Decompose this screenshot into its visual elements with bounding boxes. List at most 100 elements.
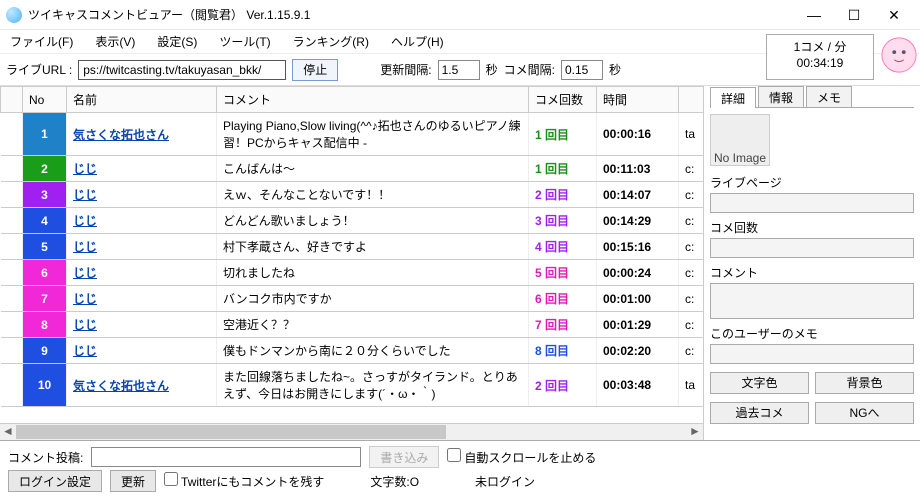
bottom-bar: コメント投稿: 書き込み 自動スクロールを止める ログイン設定 更新 Twitt… (0, 440, 920, 497)
cell-extra: c: (679, 286, 704, 312)
cell-name[interactable]: じじ (67, 338, 217, 364)
scroll-right-icon[interactable]: ► (687, 424, 703, 440)
scroll-left-icon[interactable]: ◄ (0, 424, 16, 440)
table-row[interactable]: 4じじどんどん歌いましょう！3 回目00:14:29c: (1, 208, 704, 234)
login-settings-button[interactable]: ログイン設定 (8, 470, 102, 492)
cell-no: 10 (23, 364, 67, 407)
table-row[interactable]: 5じじ村下孝蔵さん、好きですよ4 回目00:15:16c: (1, 234, 704, 260)
cell-no: 5 (23, 234, 67, 260)
side-tabs: 詳細 情報 メモ (710, 86, 914, 108)
menu-view[interactable]: 表示(V) (91, 31, 139, 52)
sec-label-2: 秒 (609, 61, 621, 78)
table-row[interactable]: 8じじ空港近く？？7 回目00:01:29c: (1, 312, 704, 338)
list-area: No 名前 コメント コメ回数 時間 1気さくな拓也さんPlaying Pian… (0, 86, 704, 440)
cell-comment: えｗ、そんなことないです！！ (217, 182, 529, 208)
stop-button[interactable]: 停止 (292, 59, 338, 81)
cell-name[interactable]: じじ (67, 156, 217, 182)
window-title: ツイキャスコメントビュアー（閲覧君） Ver.1.15.9.1 (28, 6, 794, 23)
col-comment[interactable]: コメント (217, 87, 529, 113)
comment-count-field[interactable] (710, 238, 914, 258)
cell-extra: ta (679, 113, 704, 156)
table-row[interactable]: 10気さくな拓也さんまた回線落ちましたね~。さっすがタイランド。とりあえず、今日… (1, 364, 704, 407)
ng-button[interactable]: NGへ (815, 402, 914, 424)
menu-tools[interactable]: ツール(T) (215, 31, 274, 52)
live-url-input[interactable] (78, 60, 286, 80)
cell-count: 1 回目 (529, 113, 597, 156)
cell-name[interactable]: じじ (67, 182, 217, 208)
maximize-button[interactable]: ☐ (834, 1, 874, 29)
cell-name[interactable]: 気さくな拓也さん (67, 113, 217, 156)
cell-comment: どんどん歌いましょう！ (217, 208, 529, 234)
table-row[interactable]: 1気さくな拓也さんPlaying Piano,Slow living(^^♪拓也… (1, 113, 704, 156)
fg-color-button[interactable]: 文字色 (710, 372, 809, 394)
table-row[interactable]: 9じじ僕もドンマンから南に２０分くらいでした8 回目00:02:20c: (1, 338, 704, 364)
cell-name[interactable]: じじ (67, 312, 217, 338)
login-status: 未ログイン (475, 473, 535, 490)
comment-field[interactable] (710, 283, 914, 319)
col-blank[interactable] (1, 87, 23, 113)
user-memo-field[interactable] (710, 344, 914, 364)
twitter-leave-check[interactable]: Twitterにもコメントを残す (164, 472, 324, 490)
cell-name[interactable]: じじ (67, 286, 217, 312)
update-interval-label: 更新間隔: (380, 61, 431, 78)
app-icon (6, 7, 22, 23)
col-count[interactable]: コメ回数 (529, 87, 597, 113)
cell-extra: c: (679, 338, 704, 364)
cell-no: 2 (23, 156, 67, 182)
col-name[interactable]: 名前 (67, 87, 217, 113)
table-row[interactable]: 6じじ切れましたね5 回目00:00:24c: (1, 260, 704, 286)
col-x[interactable] (679, 87, 704, 113)
cell-count: 8 回目 (529, 338, 597, 364)
col-no[interactable]: No (23, 87, 67, 113)
cell-comment: 村下孝蔵さん、好きですよ (217, 234, 529, 260)
cell-count: 2 回目 (529, 364, 597, 407)
rate-text: 1コメ / 分 (767, 39, 873, 55)
menu-settings[interactable]: 設定(S) (153, 31, 201, 52)
live-page-field[interactable] (710, 193, 914, 213)
cell-time: 00:02:20 (597, 338, 679, 364)
autoscroll-check[interactable]: 自動スクロールを止める (447, 448, 596, 466)
cell-count: 5 回目 (529, 260, 597, 286)
cell-extra: c: (679, 208, 704, 234)
post-input[interactable] (91, 447, 361, 467)
cell-count: 6 回目 (529, 286, 597, 312)
write-button[interactable]: 書き込み (369, 446, 439, 468)
cell-time: 00:11:03 (597, 156, 679, 182)
cell-name[interactable]: じじ (67, 260, 217, 286)
cell-name[interactable]: じじ (67, 234, 217, 260)
past-comment-button[interactable]: 過去コメ (710, 402, 809, 424)
menu-file[interactable]: ファイル(F) (6, 31, 77, 52)
close-button[interactable]: ✕ (874, 1, 914, 29)
col-time[interactable]: 時間 (597, 87, 679, 113)
comment-interval-input[interactable] (561, 60, 603, 80)
comment-table: No 名前 コメント コメ回数 時間 1気さくな拓也さんPlaying Pian… (0, 86, 703, 423)
table-row[interactable]: 7じじバンコク市内ですか6 回目00:01:00c: (1, 286, 704, 312)
minimize-button[interactable]: — (794, 1, 834, 29)
menu-help[interactable]: ヘルプ(H) (387, 31, 448, 52)
cell-name[interactable]: じじ (67, 208, 217, 234)
titlebar: ツイキャスコメントビュアー（閲覧君） Ver.1.15.9.1 — ☐ ✕ (0, 0, 920, 30)
cell-time: 00:14:29 (597, 208, 679, 234)
tab-memo[interactable]: メモ (806, 86, 852, 107)
cell-name[interactable]: 気さくな拓也さん (67, 364, 217, 407)
bg-color-button[interactable]: 背景色 (815, 372, 914, 394)
tab-info[interactable]: 情報 (758, 86, 804, 107)
cell-no: 9 (23, 338, 67, 364)
update-button[interactable]: 更新 (110, 470, 156, 492)
elapsed-text: 00:34:19 (767, 55, 873, 71)
cell-no: 1 (23, 113, 67, 156)
table-row[interactable]: 2じじこんばんは～1 回目00:11:03c: (1, 156, 704, 182)
cell-count: 3 回目 (529, 208, 597, 234)
table-row[interactable]: 3じじえｗ、そんなことないです！！2 回目00:14:07c: (1, 182, 704, 208)
tab-detail[interactable]: 詳細 (710, 87, 756, 108)
h-scrollbar[interactable]: ◄ ► (0, 423, 703, 440)
avatar-icon (880, 36, 918, 74)
cell-extra: ta (679, 364, 704, 407)
update-interval-input[interactable] (438, 60, 480, 80)
scroll-thumb[interactable] (16, 425, 446, 439)
menu-ranking[interactable]: ランキング(R) (289, 31, 373, 52)
cell-time: 00:00:24 (597, 260, 679, 286)
cell-no: 4 (23, 208, 67, 234)
cell-time: 00:03:48 (597, 364, 679, 407)
cell-extra: c: (679, 182, 704, 208)
